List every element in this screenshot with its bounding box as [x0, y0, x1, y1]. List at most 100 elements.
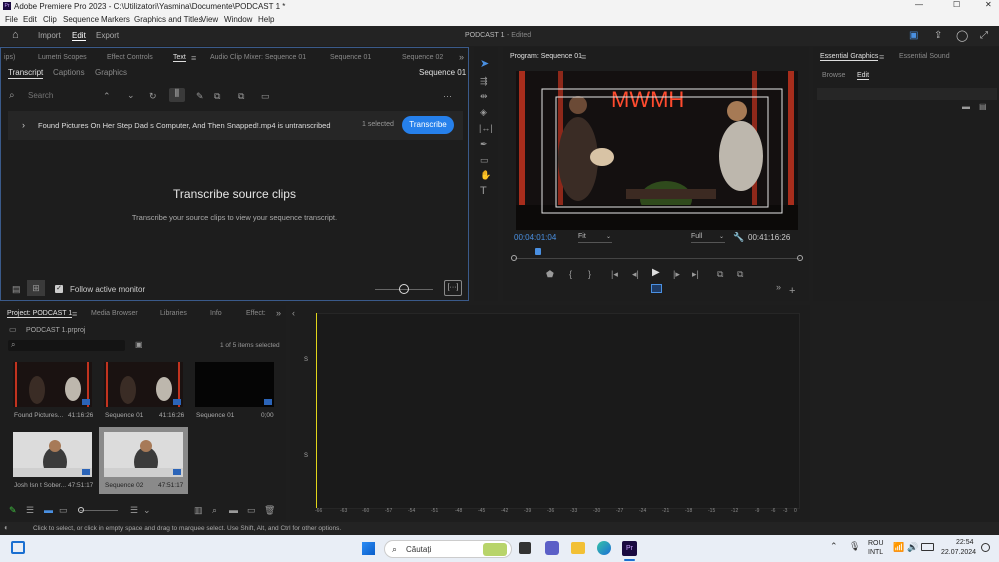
project-item-sequence-01-empty[interactable]: [195, 362, 274, 407]
tab-info[interactable]: Info: [210, 310, 222, 317]
tab-sequence-01[interactable]: Sequence 01: [330, 54, 371, 61]
timeline-area[interactable]: [316, 313, 800, 509]
close-icon[interactable]: ✕: [985, 0, 992, 9]
menu-sequence[interactable]: Sequence: [63, 15, 99, 24]
quick-export-icon[interactable]: ⇪: [934, 30, 942, 41]
more-controls-icon[interactable]: »: [776, 282, 781, 292]
essential-menu-icon[interactable]: ≡: [879, 52, 884, 62]
playhead[interactable]: [535, 248, 541, 255]
subtab-transcript[interactable]: Transcript: [8, 68, 44, 79]
premiere-taskbar-icon[interactable]: Pr: [622, 541, 637, 556]
go-to-in-icon[interactable]: |◂: [611, 269, 618, 279]
menu-file[interactable]: File: [5, 15, 18, 24]
timeline-left-icon[interactable]: ‹: [292, 308, 295, 318]
transcribe-button[interactable]: Transcribe: [402, 116, 454, 134]
workspaces-icon[interactable]: ▣: [909, 30, 918, 41]
chevron-up-icon[interactable]: ⌃: [103, 91, 111, 101]
new-bin-icon[interactable]: ▬: [229, 505, 238, 515]
menu-view[interactable]: View: [201, 15, 218, 24]
tab-effects[interactable]: Effect:: [246, 310, 266, 317]
new-item-icon[interactable]: ▭: [247, 505, 256, 515]
subtab-captions[interactable]: Captions: [53, 68, 85, 77]
tab-effect-controls[interactable]: Effect Controls: [107, 54, 153, 61]
trash-icon[interactable]: 🗑: [264, 505, 275, 515]
track-select-icon[interactable]: ⇶: [480, 76, 488, 86]
lift-icon[interactable]: ⧉: [717, 269, 723, 279]
split-icon[interactable]: ⫼: [169, 88, 185, 102]
progress-icon[interactable]: ◯: [956, 29, 968, 42]
extract-icon[interactable]: ⧉: [737, 269, 743, 279]
menu-help[interactable]: Help: [258, 15, 274, 24]
import-tab[interactable]: Import: [38, 31, 61, 40]
language-2[interactable]: INTL: [868, 549, 883, 556]
menu-markers[interactable]: Markers: [101, 15, 130, 24]
video-frame[interactable]: MWMH: [516, 71, 798, 230]
slip-tool-icon[interactable]: |↔|: [479, 123, 493, 133]
speaker-icon[interactable]: ⧉: [238, 91, 244, 101]
project-menu-icon[interactable]: ≡: [72, 309, 77, 319]
step-back-icon[interactable]: ◂|: [632, 269, 639, 279]
current-timecode[interactable]: 00:04:01:04: [514, 233, 556, 242]
list-view-icon[interactable]: ☰: [26, 505, 34, 515]
marker-icon[interactable]: ⬟: [546, 269, 554, 279]
edge-icon[interactable]: [597, 541, 611, 555]
sort-chevron-icon[interactable]: ⌄: [143, 505, 151, 515]
export-frame-icon[interactable]: [651, 284, 662, 293]
tab-text[interactable]: Text: [173, 54, 186, 62]
tab-libraries[interactable]: Libraries: [160, 310, 187, 317]
tab-edit[interactable]: Edit: [857, 72, 870, 80]
project-item-sequence-01[interactable]: [104, 362, 183, 407]
sync-icon[interactable]: ⊞: [27, 280, 45, 296]
refresh-icon[interactable]: ↻: [149, 91, 157, 101]
solo-button-2[interactable]: S: [304, 453, 308, 459]
battery-icon[interactable]: [921, 543, 934, 551]
ripple-edit-icon[interactable]: ⇹: [480, 91, 488, 101]
project-more-tabs-icon[interactable]: »: [276, 308, 281, 318]
pen-icon[interactable]: ✎: [196, 91, 204, 101]
clock-time[interactable]: 22:54: [956, 539, 974, 546]
subtab-graphics[interactable]: Graphics: [95, 68, 127, 77]
folder-icon[interactable]: ▬: [962, 102, 970, 112]
zoom-slider-handle[interactable]: [399, 284, 409, 294]
teams-icon[interactable]: [545, 541, 559, 555]
icon-view-icon[interactable]: ▬: [44, 505, 53, 515]
menu-clip[interactable]: Clip: [43, 15, 57, 24]
program-menu-icon[interactable]: ≡: [581, 52, 586, 62]
minimize-icon[interactable]: —: [915, 0, 923, 9]
hand-tool-icon[interactable]: ✋: [480, 170, 491, 180]
wifi-icon[interactable]: 📶: [893, 542, 904, 553]
language-1[interactable]: ROU: [868, 540, 884, 547]
more-tabs-icon[interactable]: »: [459, 52, 464, 62]
step-forward-icon[interactable]: |▸: [673, 269, 680, 279]
clip-row[interactable]: › Found Pictures On Her Step Dad s Compu…: [8, 111, 463, 140]
chevron-right-icon[interactable]: ›: [22, 120, 25, 130]
export-tab[interactable]: Export: [96, 31, 119, 40]
pencil-icon[interactable]: ✎: [9, 505, 17, 515]
notification-icon[interactable]: [981, 543, 990, 552]
edit-tab[interactable]: Edit: [72, 31, 86, 41]
tab-scopes[interactable]: ips): [4, 54, 15, 61]
tab-media-browser[interactable]: Media Browser: [91, 310, 138, 317]
go-to-out-icon[interactable]: ▸|: [692, 269, 699, 279]
tab-menu-icon[interactable]: ≡: [191, 53, 196, 63]
menu-window[interactable]: Window: [224, 15, 252, 24]
layout-icon[interactable]: ▤: [12, 284, 21, 294]
tab-browse[interactable]: Browse: [822, 72, 845, 79]
add-button-icon[interactable]: +: [789, 286, 795, 297]
tab-essential-sound[interactable]: Essential Sound: [899, 53, 950, 60]
menu-graphics[interactable]: Graphics and Titles: [134, 15, 202, 24]
task-view-icon[interactable]: [519, 542, 531, 554]
tab-audio-clip-mixer[interactable]: Audio Clip Mixer: Sequence 01: [210, 54, 306, 61]
wrench-icon[interactable]: 🔧: [733, 232, 744, 242]
tab-lumetri-scopes[interactable]: Lumetri Scopes: [38, 54, 87, 61]
tab-sequence-02[interactable]: Sequence 02: [402, 54, 443, 61]
menu-edit[interactable]: Edit: [23, 15, 37, 24]
pen-tool-icon[interactable]: ✒: [480, 139, 488, 149]
volume-icon[interactable]: 🔊: [907, 542, 918, 553]
chevron-down-icon[interactable]: ⌄: [127, 90, 135, 100]
thumb-size-handle[interactable]: [78, 507, 84, 513]
follow-checkbox[interactable]: ✓: [55, 285, 63, 293]
mark-in-icon[interactable]: {: [569, 269, 572, 279]
project-item-sequence-02[interactable]: [104, 432, 183, 477]
find-icon[interactable]: ⌕: [212, 505, 217, 515]
